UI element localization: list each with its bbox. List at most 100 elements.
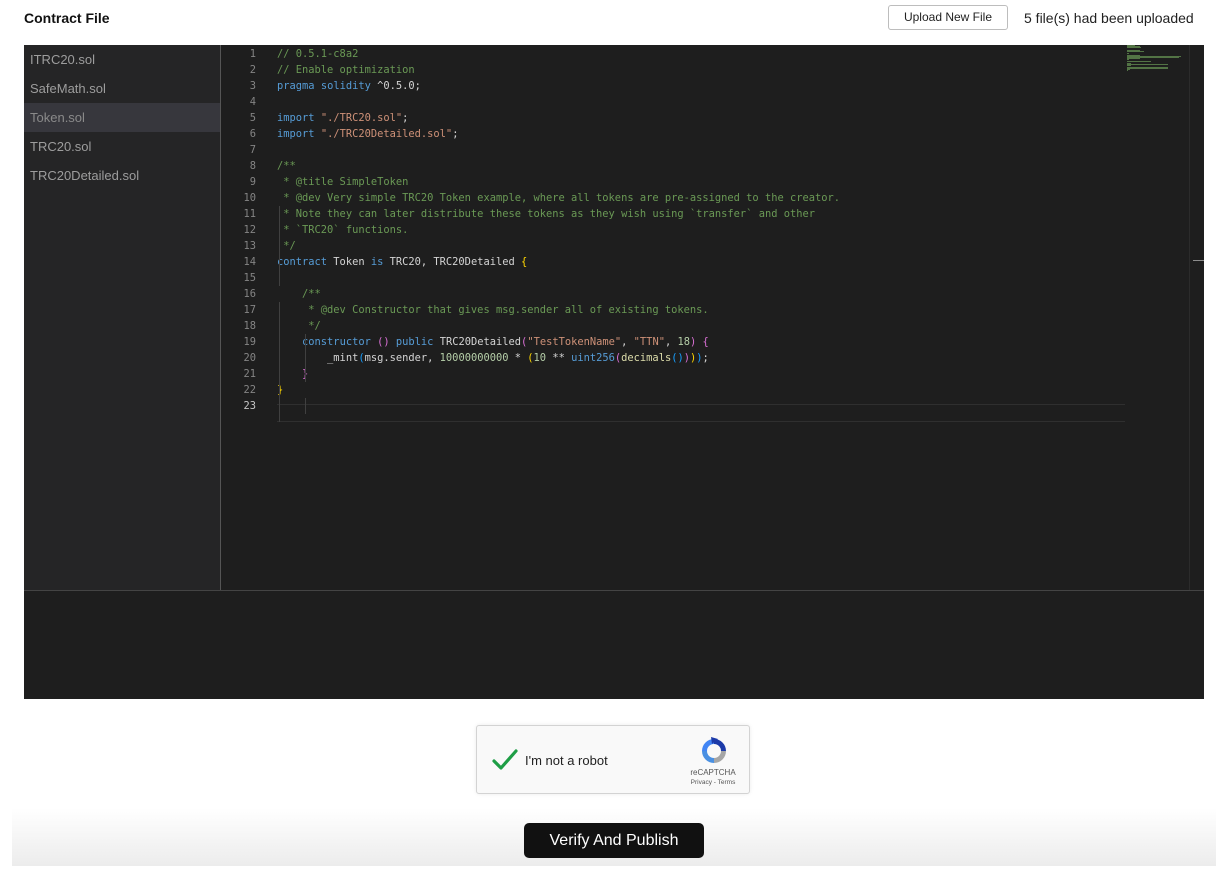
scrollbar-marker bbox=[1193, 260, 1204, 261]
code-text: */ bbox=[277, 318, 321, 334]
page-title: Contract File bbox=[24, 10, 110, 26]
upload-status-text: 5 file(s) had been uploaded bbox=[1024, 10, 1194, 26]
code-text: // 0.5.1-c8a2 bbox=[277, 46, 358, 62]
line-number: 2 bbox=[249, 64, 256, 76]
code-line: 20 _mint(msg.sender, 10000000000 * (10 *… bbox=[221, 350, 1126, 366]
line-number: 12 bbox=[243, 224, 256, 236]
verify-and-publish-button[interactable]: Verify And Publish bbox=[524, 823, 704, 858]
code-token: ; bbox=[402, 112, 409, 124]
code-token: { bbox=[702, 336, 709, 348]
code-token: import bbox=[277, 128, 315, 140]
code-token: _mint bbox=[277, 352, 359, 364]
code-line: 16 /** bbox=[221, 286, 1126, 302]
code-token: msg.sender, bbox=[364, 352, 440, 364]
code-text: _mint(msg.sender, 10000000000 * (10 ** u… bbox=[277, 350, 709, 366]
line-number: 5 bbox=[249, 112, 256, 124]
code-token: * @dev Very simple TRC20 Token example, … bbox=[277, 192, 841, 204]
code-token: * `TRC20` functions. bbox=[277, 224, 409, 236]
code-line: 6 import "./TRC20Detailed.sol"; bbox=[221, 126, 1126, 142]
code-token: import bbox=[277, 112, 315, 124]
code-line: 23 bbox=[221, 398, 1126, 414]
code-line: 1 // 0.5.1-c8a2 bbox=[221, 46, 1126, 62]
line-number: 7 bbox=[249, 144, 256, 156]
code-line: 14 contract Token is TRC20, TRC20Detailed… bbox=[221, 254, 1126, 270]
code-line: 8 /** bbox=[221, 158, 1126, 174]
indent-guide bbox=[305, 334, 306, 382]
code-text: } bbox=[277, 382, 283, 398]
code-token: "TestTokenName" bbox=[527, 336, 622, 348]
code-token: 10000000000 bbox=[439, 352, 509, 364]
editor-scrollbar[interactable] bbox=[1189, 45, 1204, 590]
code-line: 5 import "./TRC20.sol"; bbox=[221, 110, 1126, 126]
code-token: "TTN" bbox=[633, 336, 665, 348]
code-token: constructor bbox=[302, 336, 371, 348]
checkmark-icon bbox=[492, 749, 518, 770]
line-number: 11 bbox=[243, 208, 256, 220]
code-text: /** bbox=[277, 158, 296, 174]
code-token: is bbox=[370, 256, 384, 268]
code-token: , bbox=[664, 336, 678, 348]
line-number: 6 bbox=[249, 128, 256, 140]
recaptcha-checkbox[interactable] bbox=[491, 746, 519, 774]
code-token: uint256 bbox=[571, 352, 615, 364]
code-token: } bbox=[277, 384, 284, 396]
line-number: 17 bbox=[243, 304, 256, 316]
code-token: // 0.5.1-c8a2 bbox=[277, 48, 359, 60]
recaptcha-links[interactable]: Privacy - Terms bbox=[677, 779, 749, 786]
code-token: "./TRC20Detailed.sol" bbox=[320, 128, 453, 140]
file-item[interactable]: TRC20Detailed.sol bbox=[24, 161, 220, 190]
code-token: "./TRC20.sol" bbox=[320, 112, 403, 124]
editor-minimap[interactable] bbox=[1127, 45, 1189, 75]
code-text: } bbox=[277, 366, 308, 382]
code-text: /** bbox=[277, 286, 321, 302]
code-token: ** bbox=[546, 352, 572, 364]
recaptcha-brand: reCAPTCHA bbox=[690, 768, 736, 777]
code-token: * @dev Constructor that gives msg.sender… bbox=[277, 304, 709, 316]
code-line: 21 } bbox=[221, 366, 1126, 382]
code-token: { bbox=[521, 256, 528, 268]
code-line: 19 constructor () public TRC20Detailed("… bbox=[221, 334, 1126, 350]
minimap-line bbox=[1127, 58, 1140, 60]
code-editor[interactable]: 1 // 0.5.1-c8a2 2 // Enable optimization 3 pr… bbox=[221, 45, 1204, 590]
minimap-line bbox=[1127, 67, 1169, 69]
line-number: 8 bbox=[249, 160, 256, 172]
recaptcha-widget: I'm not a robot reCAPTCHA Privacy - Term… bbox=[476, 725, 750, 794]
line-number: 10 bbox=[243, 192, 256, 204]
code-line: 2 // Enable optimization bbox=[221, 62, 1126, 78]
code-token: ^0.5.0; bbox=[370, 80, 421, 92]
code-token: , bbox=[621, 336, 634, 348]
code-line: 15 bbox=[221, 270, 1126, 286]
code-token: * @title SimpleToken bbox=[277, 176, 409, 188]
file-item[interactable]: ITRC20.sol bbox=[24, 45, 220, 74]
code-line: 18 */ bbox=[221, 318, 1126, 334]
code-token: 18 bbox=[677, 336, 690, 348]
code-token: solidity bbox=[320, 80, 371, 92]
code-text: * @dev Constructor that gives msg.sender… bbox=[277, 302, 709, 318]
minimap-line bbox=[1127, 51, 1145, 52]
code-token: () bbox=[671, 352, 684, 364]
code-text: * Note they can later distribute these t… bbox=[277, 206, 815, 222]
minimap-line bbox=[1127, 60, 1151, 62]
code-token: Token bbox=[327, 256, 371, 268]
line-number: 20 bbox=[243, 352, 256, 364]
upload-new-file-button[interactable]: Upload New File bbox=[888, 5, 1008, 30]
file-item[interactable]: TRC20.sol bbox=[24, 132, 220, 161]
code-line: 11 * Note they can later distribute thes… bbox=[221, 206, 1126, 222]
line-number: 14 bbox=[243, 256, 256, 268]
file-item[interactable]: SafeMath.sol bbox=[24, 74, 220, 103]
code-text: contract Token is TRC20, TRC20Detailed { bbox=[277, 254, 527, 270]
code-token: decimals bbox=[621, 352, 672, 364]
line-number: 1 bbox=[249, 48, 256, 60]
code-line: 10 * @dev Very simple TRC20 Token exampl… bbox=[221, 190, 1126, 206]
code-token: public bbox=[395, 336, 434, 348]
line-number: 18 bbox=[243, 320, 256, 332]
code-line: 17 * @dev Constructor that gives msg.sen… bbox=[221, 302, 1126, 318]
code-token: ; bbox=[702, 352, 709, 364]
file-item[interactable]: Token.sol bbox=[24, 103, 220, 132]
line-number: 3 bbox=[249, 80, 256, 92]
code-line: 4 bbox=[221, 94, 1126, 110]
contract-file-panel: ITRC20.sol SafeMath.sol Token.sol TRC20.sol… bbox=[24, 45, 1204, 590]
code-token: 10 bbox=[533, 352, 547, 364]
code-token: */ bbox=[277, 320, 321, 332]
